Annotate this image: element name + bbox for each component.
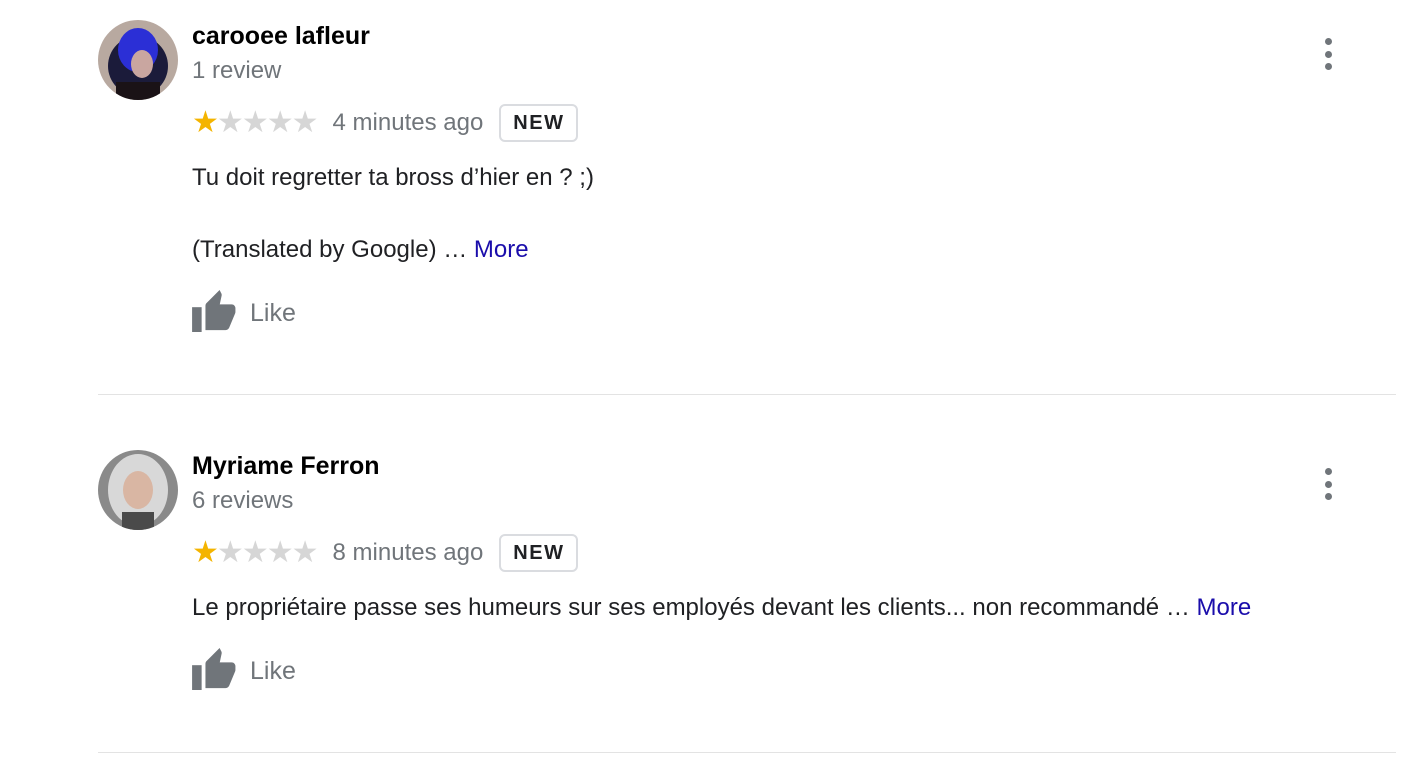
review-text: Tu doit regretter ta bross d’hier en ? ;…: [192, 164, 594, 191]
more-link[interactable]: More: [474, 236, 529, 263]
review-text: Le propriétaire passe ses humeurs sur se…: [192, 594, 1251, 622]
star-icon: ★: [216, 106, 244, 139]
menu-dot: [1324, 50, 1332, 58]
star-icon: ★: [241, 106, 269, 139]
more-link[interactable]: More: [1197, 594, 1252, 621]
like-button[interactable]: Like: [192, 290, 296, 337]
menu-dot: [1324, 468, 1332, 475]
star-icon: ★: [192, 106, 219, 139]
avatar[interactable]: [98, 450, 178, 530]
thumb-up-icon: [192, 290, 238, 337]
review-card: Myriame Ferron 6 reviews ★ ★ ★ ★ ★ 8 min…: [98, 430, 1396, 753]
menu-dot: [1324, 63, 1332, 70]
star-icon: ★: [291, 536, 319, 569]
new-badge: NEW: [499, 534, 579, 572]
thumb-up-icon: [192, 648, 238, 695]
review-time: 8 minutes ago: [332, 539, 484, 566]
star-icon: ★: [266, 536, 294, 569]
translation-label: (Translated by Google) …: [192, 236, 468, 263]
author-review-count[interactable]: 1 review: [192, 57, 281, 85]
like-label: Like: [250, 657, 296, 685]
menu-dot: [1324, 38, 1332, 45]
star-icon: ★: [192, 536, 219, 569]
star-icon: ★: [266, 106, 294, 139]
review-translation: (Translated by Google) … More: [192, 236, 529, 264]
review-text-body: Le propriétaire passe ses humeurs sur se…: [192, 594, 1190, 621]
author-name[interactable]: Myriame Ferron: [192, 452, 380, 481]
author-name[interactable]: carooee lafleur: [192, 22, 370, 51]
review-meta: ★ ★ ★ ★ ★ 4 minutes ago NEW: [192, 102, 579, 144]
avatar[interactable]: [98, 20, 178, 100]
star-icon: ★: [216, 536, 244, 569]
new-badge: NEW: [499, 104, 579, 142]
review-meta: ★ ★ ★ ★ ★ 8 minutes ago NEW: [192, 532, 579, 574]
review-card: carooee lafleur 1 review ★ ★ ★ ★ ★ 4 min…: [98, 0, 1396, 395]
star-icon: ★: [241, 536, 269, 569]
menu-dot: [1324, 493, 1332, 500]
review-time: 4 minutes ago: [332, 109, 484, 136]
like-button[interactable]: Like: [192, 648, 296, 695]
star-rating: ★ ★ ★ ★ ★: [192, 532, 319, 574]
more-vert-icon[interactable]: [1316, 38, 1340, 70]
like-label: Like: [250, 299, 296, 327]
star-rating: ★ ★ ★ ★ ★: [192, 102, 319, 144]
author-review-count[interactable]: 6 reviews: [192, 487, 293, 515]
more-vert-icon[interactable]: [1316, 468, 1340, 500]
menu-dot: [1324, 480, 1332, 488]
star-icon: ★: [291, 106, 319, 139]
